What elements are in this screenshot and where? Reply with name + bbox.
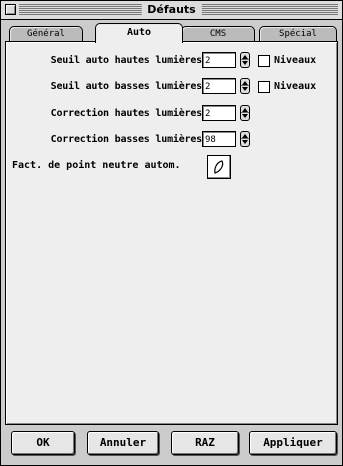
seuil-hautes-niveaux-checkbox[interactable] <box>258 55 270 67</box>
tab-auto[interactable]: Auto <box>95 23 183 43</box>
defaults-dialog: Défauts Général Auto CMS Spécial Seuil a… <box>0 0 343 466</box>
seuil-basses-niveaux-label: Niveaux <box>274 81 317 92</box>
seuil-hautes-label: Seuil auto hautes lumières <box>50 55 203 66</box>
stepper-divider <box>241 59 249 60</box>
point-neutre-picker[interactable] <box>207 155 231 179</box>
correction-hautes-row: Correction hautes lumières <box>6 105 203 125</box>
tab-bar: Général Auto CMS Spécial <box>5 23 338 43</box>
title-bar[interactable]: Défauts <box>1 1 342 20</box>
auto-settings-panel: Seuil auto hautes lumières 2 Niveaux Seu… <box>5 41 338 425</box>
seuil-basses-stepper[interactable] <box>240 78 250 94</box>
cancel-button[interactable]: Annuler <box>87 431 159 455</box>
ok-button[interactable]: OK <box>11 431 75 455</box>
reset-button[interactable]: RAZ <box>171 431 239 455</box>
seuil-basses-field[interactable]: 2 <box>202 78 236 94</box>
tab-special[interactable]: Spécial <box>259 26 337 41</box>
stepper-down-icon[interactable] <box>242 87 248 91</box>
correction-hautes-field[interactable]: 2 <box>202 105 236 121</box>
correction-basses-stepper[interactable] <box>240 131 250 147</box>
stepper-divider <box>241 138 249 139</box>
correction-hautes-label: Correction hautes lumières <box>50 108 203 119</box>
stepper-down-icon[interactable] <box>242 61 248 65</box>
tab-general[interactable]: Général <box>9 26 83 41</box>
correction-basses-label: Correction basses lumières <box>50 134 203 145</box>
seuil-hautes-row: Seuil auto hautes lumières <box>6 52 203 72</box>
seuil-hautes-field[interactable]: 2 <box>202 52 236 68</box>
tab-cms[interactable]: CMS <box>181 26 255 41</box>
eyedropper-icon <box>214 160 224 174</box>
stepper-down-icon[interactable] <box>242 140 248 144</box>
correction-basses-row: Correction basses lumières <box>6 131 203 151</box>
seuil-basses-niveaux-checkbox[interactable] <box>258 81 270 93</box>
stepper-divider <box>241 85 249 86</box>
correction-hautes-stepper[interactable] <box>240 105 250 121</box>
seuil-basses-row: Seuil auto basses lumières <box>6 78 203 98</box>
close-box-icon[interactable] <box>5 4 16 15</box>
stepper-divider <box>241 112 249 113</box>
seuil-basses-label: Seuil auto basses lumières <box>50 81 203 92</box>
point-neutre-label: Fact. de point neutre autom. <box>12 160 181 171</box>
seuil-hautes-stepper[interactable] <box>240 52 250 68</box>
seuil-hautes-niveaux-label: Niveaux <box>274 55 317 66</box>
stepper-down-icon[interactable] <box>242 114 248 118</box>
apply-button[interactable]: Appliquer <box>249 431 337 455</box>
button-bar: OK Annuler RAZ Appliquer <box>1 431 342 457</box>
correction-basses-field[interactable]: 98 <box>202 131 236 147</box>
window-title: Défauts <box>141 2 202 17</box>
